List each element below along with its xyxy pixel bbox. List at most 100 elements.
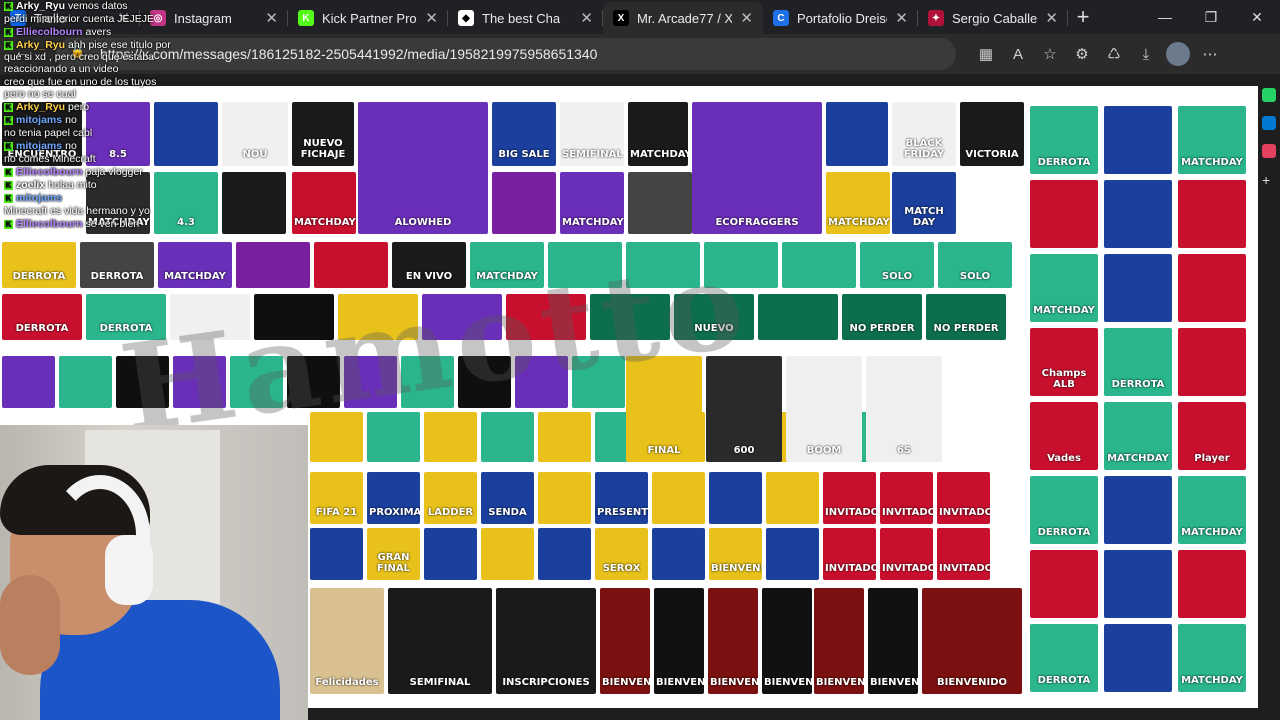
media-thumbnail[interactable]: GRAN FINAL xyxy=(367,528,420,580)
new-tab-button[interactable]: + xyxy=(1068,2,1098,34)
media-thumbnail[interactable]: NOU xyxy=(222,102,288,166)
restore-icon[interactable]: ❐ xyxy=(1188,0,1234,34)
media-thumbnail[interactable]: MATCHDAY xyxy=(1178,624,1246,692)
media-thumbnail[interactable]: BIENVENIDO xyxy=(654,588,704,694)
media-thumbnail[interactable]: NO PERDER xyxy=(926,294,1006,340)
media-thumbnail[interactable]: MATCHDAY xyxy=(560,172,624,234)
url-input[interactable]: https://x.com/messages/186125182-2505441… xyxy=(56,38,956,70)
media-thumbnail[interactable]: Champs ALB xyxy=(1030,328,1098,396)
media-thumbnail[interactable] xyxy=(59,356,112,408)
close-tab-icon[interactable]: ✕ xyxy=(1045,9,1058,27)
close-tab-icon[interactable]: ✕ xyxy=(265,9,278,27)
media-thumbnail[interactable]: BIENVENIDO xyxy=(814,588,864,694)
media-thumbnail[interactable]: SOLO xyxy=(860,242,934,288)
media-thumbnail[interactable]: SOLO xyxy=(938,242,1012,288)
media-thumbnail[interactable] xyxy=(236,242,310,288)
media-thumbnail[interactable]: Player xyxy=(1178,402,1246,470)
media-thumbnail[interactable]: Felicidades xyxy=(310,588,384,694)
more-menu-icon[interactable]: ⋯ xyxy=(1194,34,1226,74)
media-thumbnail[interactable]: DERROTA xyxy=(1030,106,1098,174)
media-thumbnail[interactable] xyxy=(1104,550,1172,618)
media-thumbnail[interactable]: BLACK FRIDAY xyxy=(892,102,956,166)
media-thumbnail[interactable] xyxy=(1178,254,1246,322)
media-thumbnail[interactable]: VICTORIA xyxy=(960,102,1024,166)
media-thumbnail[interactable]: DERROTA xyxy=(1104,328,1172,396)
tab-kick-partner-progr[interactable]: K Kick Partner Progr ✕ xyxy=(288,2,448,34)
media-thumbnail[interactable]: INVITADO xyxy=(937,528,990,580)
extensions-icon[interactable]: ⚙ xyxy=(1066,34,1098,74)
media-thumbnail[interactable]: 6S xyxy=(866,356,942,462)
media-thumbnail[interactable]: INVITADO xyxy=(823,528,876,580)
media-thumbnail[interactable] xyxy=(709,472,762,524)
media-thumbnail[interactable]: INVITADO xyxy=(880,472,933,524)
media-thumbnail[interactable] xyxy=(628,172,692,234)
media-thumbnail[interactable] xyxy=(1030,550,1098,618)
media-thumbnail[interactable] xyxy=(538,412,591,462)
media-thumbnail[interactable] xyxy=(314,242,388,288)
favorite-star-icon[interactable]: ☆ xyxy=(1034,34,1066,74)
media-thumbnail[interactable] xyxy=(1104,624,1172,692)
media-thumbnail[interactable]: MATCHDAY xyxy=(1178,476,1246,544)
media-thumbnail[interactable]: MATCHDAY xyxy=(1178,106,1246,174)
media-thumbnail[interactable] xyxy=(1030,180,1098,248)
media-thumbnail[interactable] xyxy=(652,472,705,524)
media-thumbnail[interactable]: BIENVENIDO xyxy=(922,588,1022,694)
close-tab-icon[interactable]: ✕ xyxy=(580,9,593,27)
profile-avatar[interactable] xyxy=(1166,42,1190,66)
media-thumbnail[interactable] xyxy=(424,412,477,462)
media-thumbnail[interactable] xyxy=(766,528,819,580)
media-thumbnail[interactable] xyxy=(766,472,819,524)
media-thumbnail[interactable] xyxy=(492,172,556,234)
downloads-icon[interactable]: ⤓ xyxy=(1130,34,1162,74)
media-thumbnail[interactable]: INSCRIPCIONES xyxy=(496,588,596,694)
media-thumbnail[interactable] xyxy=(782,242,856,288)
whatsapp-icon[interactable] xyxy=(1262,88,1276,102)
media-thumbnail[interactable]: MATCHDAY xyxy=(1104,402,1172,470)
media-thumbnail[interactable]: BOOM xyxy=(786,356,862,462)
media-thumbnail[interactable]: DERROTA xyxy=(1030,624,1098,692)
media-thumbnail[interactable]: INVITADO xyxy=(823,472,876,524)
instagram-icon[interactable] xyxy=(1262,144,1276,158)
media-thumbnail[interactable] xyxy=(826,102,888,166)
media-thumbnail[interactable] xyxy=(481,412,534,462)
media-thumbnail[interactable] xyxy=(538,472,591,524)
media-thumbnail[interactable] xyxy=(1178,180,1246,248)
media-thumbnail[interactable]: SENDA xyxy=(481,472,534,524)
media-thumbnail[interactable]: PRESENTES xyxy=(595,472,648,524)
media-thumbnail[interactable]: SEMIFINAL xyxy=(388,588,492,694)
media-thumbnail[interactable] xyxy=(1104,106,1172,174)
media-thumbnail[interactable]: BIENVENIDO xyxy=(600,588,650,694)
media-thumbnail[interactable]: ALOWHED xyxy=(358,102,488,234)
media-thumbnail[interactable] xyxy=(1178,550,1246,618)
close-tab-icon[interactable]: ✕ xyxy=(425,9,438,27)
tab-the-best-cha[interactable]: ◆ The best Cha ✕ xyxy=(448,2,603,34)
media-thumbnail[interactable]: MATCH DAY xyxy=(892,172,956,234)
minimize-icon[interactable]: — xyxy=(1142,0,1188,34)
outlook-icon[interactable] xyxy=(1262,116,1276,130)
media-thumbnail[interactable]: ECOFRAGGERS xyxy=(692,102,822,234)
media-thumbnail[interactable] xyxy=(424,528,477,580)
close-tab-icon[interactable]: ✕ xyxy=(895,9,908,27)
close-window-icon[interactable]: ✕ xyxy=(1234,0,1280,34)
media-thumbnail[interactable]: PROXIMAMENTE xyxy=(367,472,420,524)
app-available-icon[interactable]: ▦ xyxy=(970,34,1002,74)
media-thumbnail[interactable]: BIENVENIDO xyxy=(868,588,918,694)
media-thumbnail[interactable]: INVITADO xyxy=(937,472,990,524)
media-thumbnail[interactable] xyxy=(1178,328,1246,396)
media-thumbnail[interactable]: DERROTA xyxy=(1030,476,1098,544)
media-thumbnail[interactable]: SEROX xyxy=(595,528,648,580)
media-thumbnail[interactable]: FIFA 21 xyxy=(310,472,363,524)
media-thumbnail[interactable]: MATCHDAY xyxy=(292,172,356,234)
media-thumbnail[interactable]: MATCHDAY xyxy=(628,102,688,166)
media-thumbnail[interactable]: NO PERDER xyxy=(842,294,922,340)
media-thumbnail[interactable] xyxy=(222,172,286,234)
media-thumbnail[interactable]: BIENVENIDO xyxy=(708,588,758,694)
media-thumbnail[interactable]: BIG SALE xyxy=(492,102,556,166)
media-thumbnail[interactable] xyxy=(1104,254,1172,322)
media-thumbnail[interactable] xyxy=(310,528,363,580)
close-tab-icon[interactable]: ✕ xyxy=(740,9,753,27)
tab-sergio-caballero[interactable]: ✦ Sergio Caballero | ✕ xyxy=(918,2,1068,34)
media-thumbnail[interactable]: BIENVENIDOS xyxy=(709,528,762,580)
tab-portafolio-dreisen[interactable]: C Portafolio Dreisen ✕ xyxy=(763,2,918,34)
tab-mr-arcade77-x[interactable]: X Mr. Arcade77 / X ✕ xyxy=(603,2,763,34)
